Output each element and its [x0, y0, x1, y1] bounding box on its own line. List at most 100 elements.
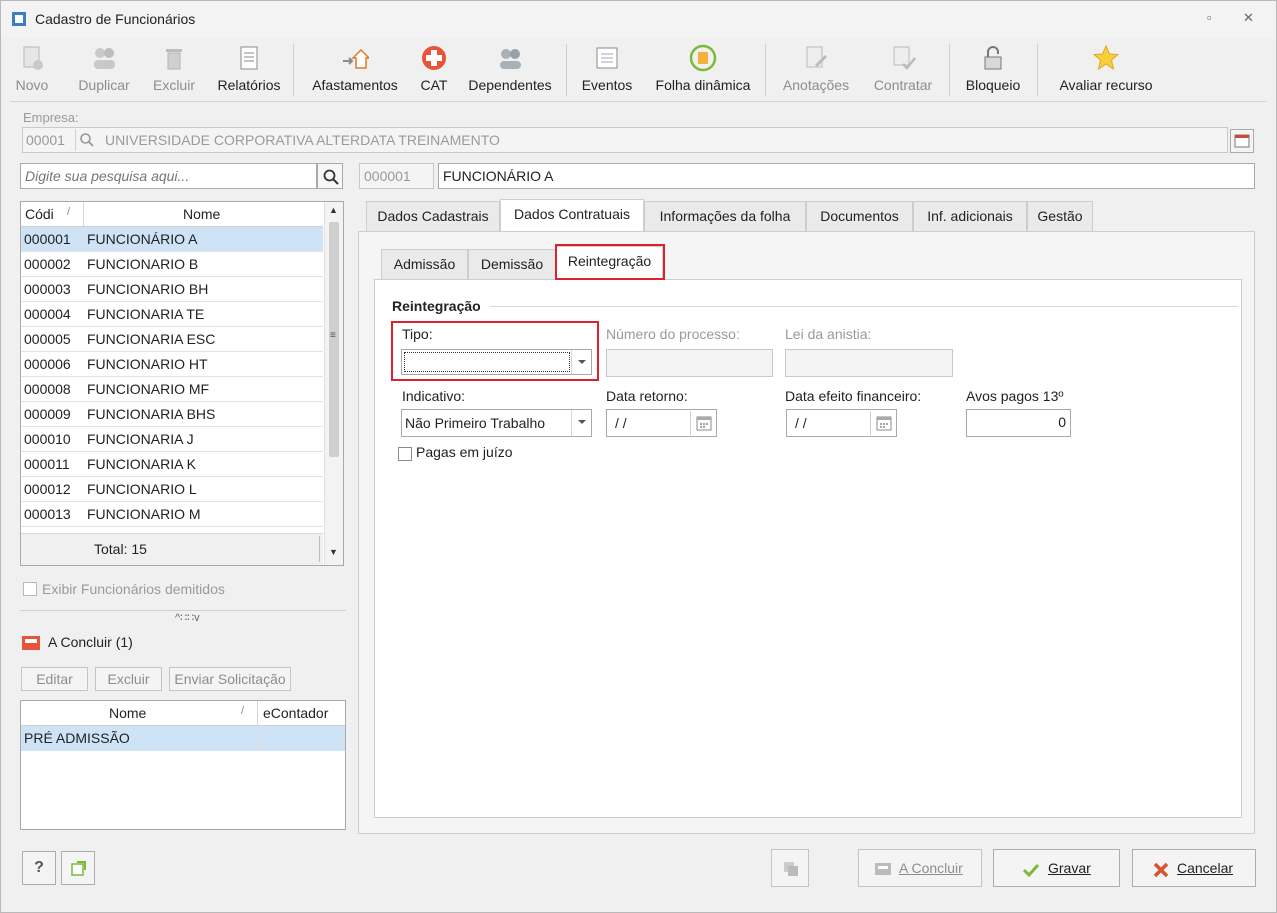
return-date-label: Data retorno: — [606, 388, 688, 404]
tipo-select[interactable] — [401, 349, 592, 375]
financial-effect-date-label: Data efeito financeiro: — [785, 388, 922, 404]
company-label: Empresa: — [23, 110, 79, 125]
table-row[interactable]: 000004 FUNCIONARIA TE — [21, 302, 323, 327]
duplicate-button[interactable]: Duplicar — [74, 38, 134, 102]
employee-name: FUNCIONÁRIO A — [87, 231, 198, 247]
dependents-button[interactable]: Dependentes — [463, 38, 557, 102]
col-name-header[interactable]: Nome — [183, 206, 220, 222]
company-field: 00001 UNIVERSIDADE CORPORATIVA ALTERDATA… — [22, 127, 1228, 153]
table-row[interactable]: 000010 FUNCIONARIA J — [21, 427, 323, 452]
show-dismissed-checkbox[interactable] — [23, 582, 37, 596]
export-button[interactable] — [61, 851, 95, 885]
company-details-button[interactable] — [1230, 129, 1254, 153]
paid-in-court-checkbox[interactable] — [398, 447, 412, 461]
scroll-up-icon[interactable]: ▲ — [329, 205, 338, 215]
save-button[interactable]: Gravar — [993, 849, 1120, 887]
send-request-button[interactable]: Enviar Solicitação — [169, 667, 291, 691]
table-row[interactable]: 000009 FUNCIONARIA BHS — [21, 402, 323, 427]
edit-button[interactable]: Editar — [21, 667, 88, 691]
help-button[interactable]: ? — [22, 851, 56, 885]
grid-scrollbar[interactable]: ▲ ≡ ▼ — [324, 202, 343, 565]
chevron-down-icon[interactable] — [571, 410, 591, 436]
pending-title: A Concluir (1) — [48, 634, 133, 650]
search-icon[interactable] — [79, 132, 95, 148]
restore-icon[interactable]: ▫ — [1207, 10, 1212, 25]
delete-button[interactable]: Excluir — [149, 38, 199, 102]
tab-gestao[interactable]: Gestão — [1027, 201, 1093, 231]
delete-pending-button[interactable]: Excluir — [95, 667, 162, 691]
table-row[interactable]: 000011 FUNCIONARIA K — [21, 452, 323, 477]
subtab-reintegracao[interactable]: Reintegração — [556, 246, 663, 278]
cat-button[interactable]: CAT — [414, 38, 454, 102]
close-icon[interactable]: ✕ — [1243, 10, 1254, 26]
toolbar-separator — [1037, 44, 1038, 96]
employee-code: 000001 — [24, 231, 71, 247]
table-row[interactable]: 000008 FUNCIONARIO MF — [21, 377, 323, 402]
employee-code: 000009 — [24, 406, 71, 422]
list-icon — [596, 47, 618, 69]
calendar-button[interactable] — [870, 411, 896, 435]
subtab-admissao[interactable]: Admissão — [381, 249, 468, 279]
cancel-button[interactable]: Cancelar — [1132, 849, 1256, 887]
reports-button[interactable]: Relatórios — [212, 38, 286, 102]
return-date-field[interactable]: / / — [606, 409, 717, 437]
table-row[interactable]: 000001 FUNCIONÁRIO A — [21, 227, 323, 252]
table-row[interactable]: 000005 FUNCIONARIA ESC — [21, 327, 323, 352]
avos-field[interactable]: 0 — [966, 409, 1071, 437]
employee-name-field[interactable]: FUNCIONÁRIO A — [438, 163, 1255, 189]
new-doc-icon — [23, 46, 43, 70]
col-econtador-header[interactable]: eContador — [263, 705, 328, 721]
calendar-button[interactable] — [690, 411, 716, 435]
tab-dados-contratuais[interactable]: Dados Contratuais — [500, 199, 644, 231]
employee-name: FUNCIONARIO HT — [87, 356, 208, 372]
section-title: Reintegração — [392, 298, 481, 314]
financial-effect-date-field[interactable]: / / — [786, 409, 897, 437]
dynamic-payroll-button[interactable]: Folha dinâmica — [648, 38, 758, 102]
toolbar-separator — [949, 44, 950, 96]
grid-header: Códi / Nome — [21, 202, 323, 227]
inbox-icon — [875, 863, 891, 875]
sort-icon: / — [67, 206, 71, 218]
indicativo-select[interactable]: Não Primeiro Trabalho — [401, 409, 592, 437]
block-button[interactable]: Bloqueio — [958, 38, 1028, 102]
question-icon: ? — [34, 859, 44, 876]
tab-documentos[interactable]: Documentos — [806, 201, 913, 231]
table-row[interactable]: 000012 FUNCIONARIO L — [21, 477, 323, 502]
tab-dados-cadastrais[interactable]: Dados Cadastrais — [366, 201, 500, 231]
events-button[interactable]: Eventos — [576, 38, 638, 102]
table-row[interactable]: 000006 FUNCIONARIO HT — [21, 352, 323, 377]
table-row[interactable]: PRÉ ADMISSÃO — [21, 726, 345, 751]
hire-button[interactable]: Contratar — [867, 38, 939, 102]
new-button[interactable]: Novo — [12, 38, 52, 102]
search-button[interactable] — [317, 163, 343, 189]
subtab-demissao[interactable]: Demissão — [468, 249, 556, 279]
table-row[interactable]: 000003 FUNCIONARIO BH — [21, 277, 323, 302]
pending-grid-header: Nome / eContador — [21, 701, 345, 726]
employee-code-field: 000001 — [359, 163, 434, 189]
rate-feature-button[interactable]: Avaliar recurso — [1046, 38, 1166, 102]
a-concluir-button[interactable]: A Concluir — [858, 849, 982, 887]
total-count: Total: 15 — [94, 541, 147, 557]
notes-button[interactable]: Anotações — [777, 38, 855, 102]
contract-check-icon — [893, 46, 916, 70]
employee-grid: Códi / Nome 000001 FUNCIONÁRIO A 000002 FUN… — [20, 201, 344, 566]
col-name-header[interactable]: Nome — [109, 705, 146, 721]
tab-inf-adicionais[interactable]: Inf. adicionais — [913, 201, 1027, 231]
splitter-handle-icon[interactable]: ^∷∷v — [175, 611, 200, 624]
copy-button[interactable] — [771, 849, 809, 887]
company-name: UNIVERSIDADE CORPORATIVA ALTERDATA TREIN… — [105, 132, 500, 148]
process-number-label: Número do processo: — [606, 326, 740, 342]
employee-name: FUNCIONARIO L — [87, 481, 197, 497]
table-row[interactable]: 000002 FUNCIONARIO B — [21, 252, 323, 277]
tab-informacoes-folha[interactable]: Informações da folha — [644, 201, 806, 231]
scroll-down-icon[interactable]: ▼ — [329, 547, 338, 557]
chevron-down-icon[interactable] — [571, 350, 591, 374]
col-code-header[interactable]: Códi — [25, 206, 54, 222]
table-row[interactable]: 000013 FUNCIONARIO M — [21, 502, 323, 527]
search-input[interactable] — [20, 163, 317, 189]
employee-name: FUNCIONARIO M — [87, 506, 201, 522]
calculator-refresh-icon — [689, 44, 717, 72]
employee-code: 000011 — [24, 456, 70, 472]
employee-code: 000005 — [24, 331, 71, 347]
absences-button[interactable]: Afastamentos — [305, 38, 405, 102]
